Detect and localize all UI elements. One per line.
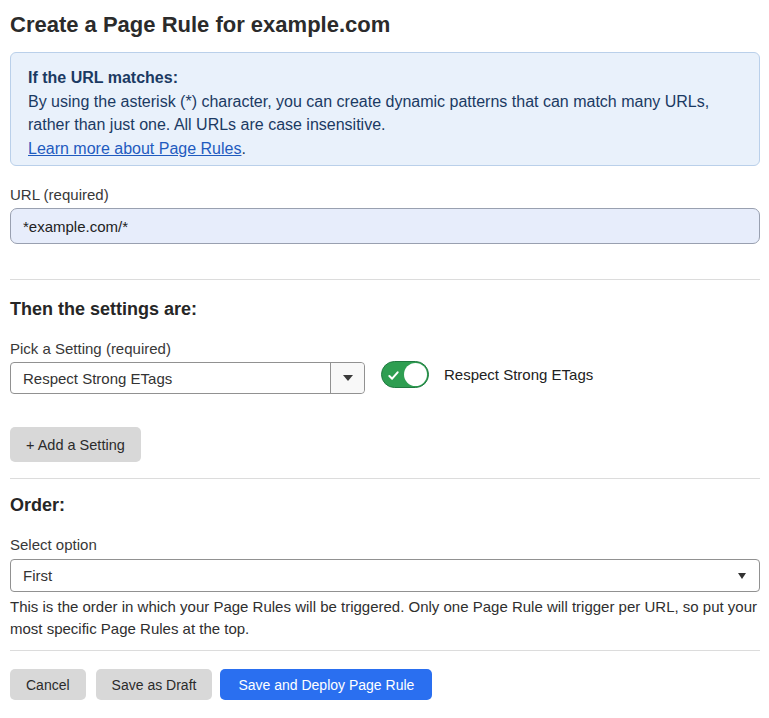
cancel-button[interactable]: Cancel: [10, 669, 86, 700]
save-draft-button[interactable]: Save as Draft: [96, 669, 213, 700]
page-title: Create a Page Rule for example.com: [10, 12, 760, 38]
info-box-text: By using the asterisk (*) character, you…: [28, 90, 742, 114]
pick-setting-label: Pick a Setting (required): [10, 340, 760, 358]
order-select-wrap: First: [10, 559, 760, 592]
actions-row: Cancel Save as Draft Save and Deploy Pag…: [10, 669, 760, 700]
toggle-wrap: Respect Strong ETags: [381, 361, 593, 388]
add-setting-button[interactable]: + Add a Setting: [10, 427, 141, 462]
setting-select[interactable]: Respect Strong ETags: [10, 362, 365, 394]
setting-select-arrow-button[interactable]: [330, 363, 364, 393]
chevron-down-icon: [738, 573, 746, 579]
settings-heading: Then the settings are:: [10, 298, 760, 320]
learn-more-link[interactable]: Learn more about Page Rules: [28, 140, 241, 157]
toggle-label: Respect Strong ETags: [444, 361, 593, 388]
setting-select-value: Respect Strong ETags: [11, 370, 330, 387]
divider: [10, 279, 760, 280]
link-suffix: .: [241, 140, 245, 157]
save-deploy-button[interactable]: Save and Deploy Page Rule: [220, 669, 432, 700]
info-box-text: rather than just one. All URLs are case …: [28, 113, 742, 137]
toggle-knob: [404, 363, 428, 387]
info-box-link-line: Learn more about Page Rules.: [28, 137, 742, 161]
divider: [10, 650, 760, 651]
check-icon: [388, 370, 399, 381]
create-page-rule-form: Create a Page Rule for example.com If th…: [0, 12, 769, 700]
chevron-down-icon: [343, 375, 353, 381]
setting-toggle[interactable]: [381, 361, 429, 388]
url-input[interactable]: [10, 208, 760, 244]
divider: [10, 478, 760, 479]
order-select-value: First: [11, 567, 738, 584]
order-help-text: This is the order in which your Page Rul…: [10, 596, 760, 639]
url-label: URL (required): [10, 186, 760, 204]
order-select[interactable]: First: [10, 559, 760, 592]
order-heading: Order:: [10, 494, 760, 516]
info-box-heading: If the URL matches:: [28, 66, 742, 90]
url-match-info-box: If the URL matches: By using the asteris…: [10, 52, 760, 166]
select-option-label: Select option: [10, 536, 760, 554]
setting-row: Respect Strong ETags Respect Strong ETag…: [10, 362, 760, 394]
